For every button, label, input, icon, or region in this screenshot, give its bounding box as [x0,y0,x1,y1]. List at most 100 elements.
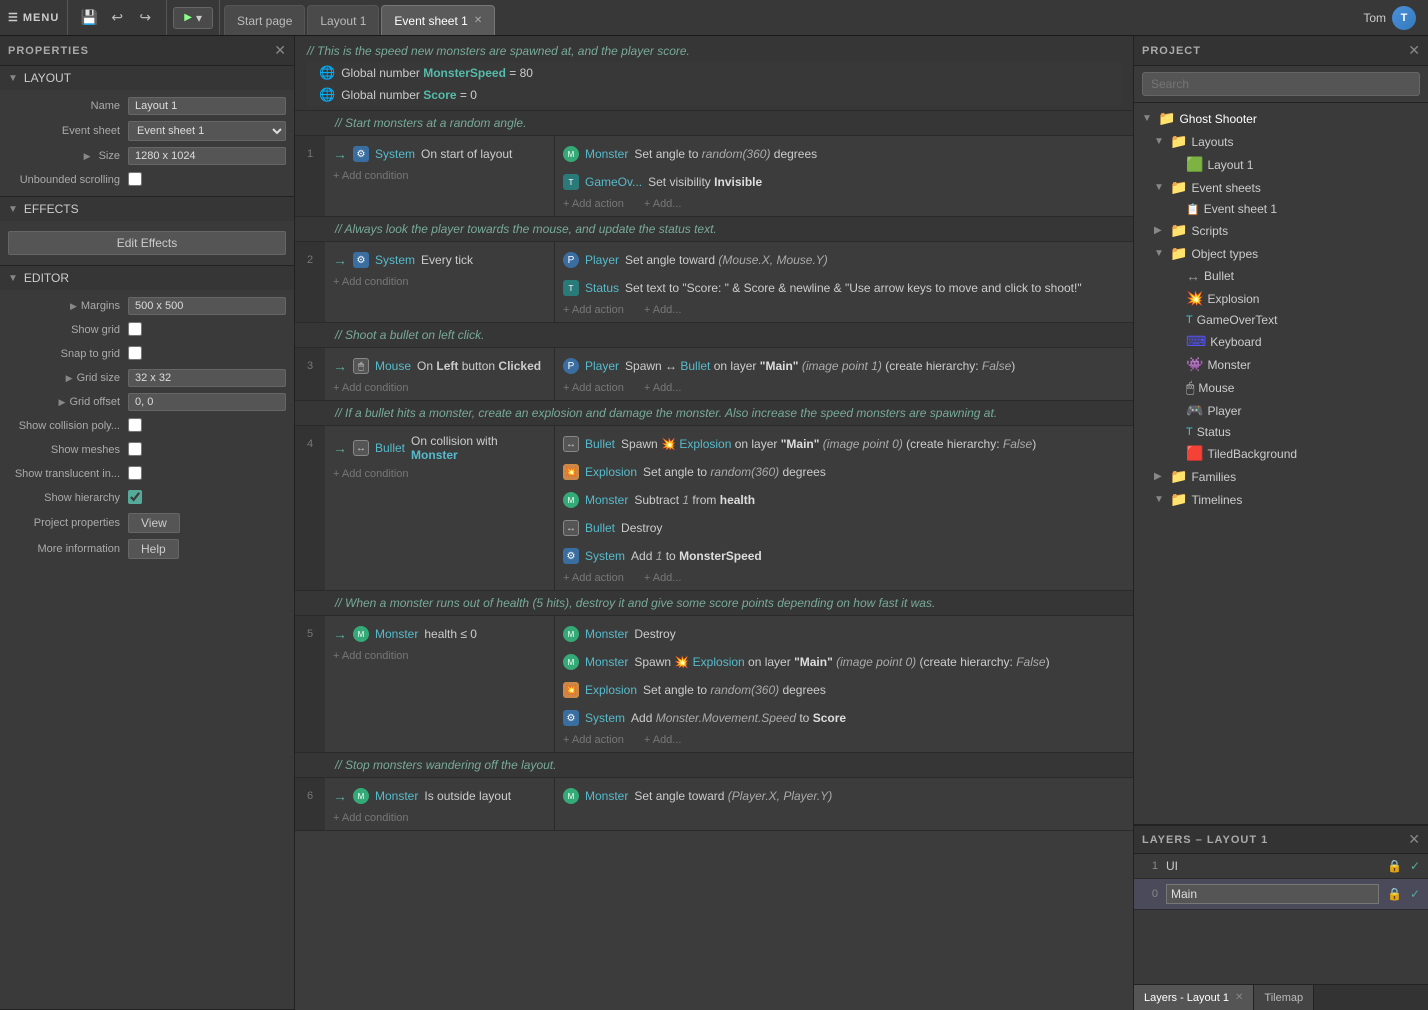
menu-button[interactable]: ☰ MENU [0,0,68,35]
project-close[interactable]: ✕ [1408,42,1420,59]
event-1-action-2[interactable]: T GameOv... Set visibility Invisible [555,168,1133,196]
tab-eventsheet1-close[interactable]: ✕ [474,15,482,26]
layer-row-main[interactable]: 0 🔒 ✓ [1134,879,1428,910]
layer-vis-main[interactable]: ✓ [1410,887,1420,901]
event-6-condition[interactable]: → M Monster Is outside layout [325,782,554,810]
layout-section-header[interactable]: ▼ LAYOUT [0,66,294,90]
more-info-button[interactable]: Help [128,539,179,559]
event-5-action-2[interactable]: M Monster Spawn 💥 Explosion on layer "Ma… [555,648,1133,676]
layer-lock-ui[interactable]: 🔒 [1387,859,1402,873]
event-4-action-3-obj[interactable]: Monster [585,493,628,507]
layer-lock-main[interactable]: 🔒 [1387,887,1402,901]
avatar[interactable]: T [1392,6,1416,30]
show-grid-checkbox[interactable] [128,322,142,336]
event-3-action-1[interactable]: P Player Spawn ↔ Bullet on layer "Main" … [555,352,1133,380]
layers-close[interactable]: ✕ [1408,831,1420,848]
event-5-add-condition[interactable]: + Add condition [325,648,554,664]
event-4-action-4-obj[interactable]: Bullet [585,521,615,535]
bottom-tab-layers-close[interactable]: ✕ [1235,992,1243,1003]
event-4-action-4[interactable]: ↔ Bullet Destroy [555,514,1133,542]
event-1-obj[interactable]: System [375,147,415,161]
tab-eventsheet1[interactable]: Event sheet 1 ✕ [381,5,495,35]
event-6-obj[interactable]: Monster [375,789,418,803]
event-2-condition[interactable]: → ⚙ System Every tick [325,246,554,274]
tree-event-sheets[interactable]: ▼ 📁 Event sheets [1134,176,1428,199]
size-input[interactable] [128,147,286,165]
tree-eventsheet1[interactable]: 📋 Event sheet 1 [1134,199,1428,219]
tree-keyboard[interactable]: ⌨ Keyboard [1134,330,1428,353]
event-5-action-4[interactable]: ⚙ System Add Monster.Movement.Speed to S… [555,704,1133,732]
redo-button[interactable]: ↪ [132,5,158,31]
event-1-action-1-obj[interactable]: Monster [585,147,628,161]
undo-button[interactable]: ↩ [104,5,130,31]
layer-row-ui[interactable]: 1 UI 🔒 ✓ [1134,854,1428,879]
grid-offset-input[interactable] [128,393,286,411]
tree-player[interactable]: 🎮 Player [1134,399,1428,422]
grid-size-input[interactable] [128,369,286,387]
event-2-action-1[interactable]: P Player Set angle toward (Mouse.X, Mous… [555,246,1133,274]
event-6-action-1-obj[interactable]: Monster [585,789,628,803]
event-4-action-2-obj[interactable]: Explosion [585,465,637,479]
event-2-obj[interactable]: System [375,253,415,267]
event-5-action-1-obj[interactable]: Monster [585,627,628,641]
tree-object-types[interactable]: ▼ 📁 Object types [1134,242,1428,265]
tree-scripts[interactable]: ▶ 📁 Scripts [1134,219,1428,242]
event-3-add-condition[interactable]: + Add condition [325,380,554,396]
event-5-action-3-obj[interactable]: Explosion [585,683,637,697]
search-input[interactable] [1142,72,1420,96]
tree-tiledbg[interactable]: 🟥 TiledBackground [1134,442,1428,465]
unbounded-checkbox[interactable] [128,172,142,186]
tree-layouts[interactable]: ▼ 📁 Layouts [1134,130,1428,153]
name-input[interactable] [128,97,286,115]
tree-status[interactable]: T Status [1134,422,1428,442]
event-sheet-select[interactable]: Event sheet 1 [128,121,286,141]
tree-layout1[interactable]: 🟩 Layout 1 [1134,153,1428,176]
event-4-condition[interactable]: → ↔ Bullet On collision with Monster [325,430,554,466]
tree-monster[interactable]: 👾 Monster [1134,353,1428,376]
margins-input[interactable] [128,297,286,315]
properties-close[interactable]: ✕ [274,42,286,59]
event-6-action-1[interactable]: M Monster Set angle toward (Player.X, Pl… [555,782,1133,810]
snap-grid-checkbox[interactable] [128,346,142,360]
bottom-tab-layers[interactable]: Layers - Layout 1 ✕ [1134,985,1254,1010]
event-4-action-3[interactable]: M Monster Subtract 1 from health [555,486,1133,514]
translucent-checkbox[interactable] [128,466,142,480]
event-4-add-condition[interactable]: + Add condition [325,466,554,482]
event-2-action-2[interactable]: T Status Set text to "Score: " & Score &… [555,274,1133,302]
event-2-add-action[interactable]: + Add action + Add... [555,302,1133,318]
tree-timelines[interactable]: ▼ 📁 Timelines [1134,488,1428,511]
event-4-add-action[interactable]: + Add action + Add... [555,570,1133,586]
hierarchy-checkbox[interactable] [128,490,142,504]
event-1-add-action[interactable]: + Add action + Add... [555,196,1133,212]
event-4-action-2[interactable]: 💥 Explosion Set angle to random(360) deg… [555,458,1133,486]
tab-layout1[interactable]: Layout 1 [307,5,379,35]
event-5-action-4-obj[interactable]: System [585,711,625,725]
run-button[interactable]: ▶ ▾ [173,7,213,29]
event-3-add-action[interactable]: + Add action + Add... [555,380,1133,396]
bottom-tab-tilemap[interactable]: Tilemap [1254,985,1314,1010]
event-5-condition[interactable]: → M Monster health ≤ 0 [325,620,554,648]
tree-explosion[interactable]: 💥 Explosion [1134,287,1428,310]
event-1-add-condition[interactable]: + Add condition [325,168,554,184]
event-4-obj[interactable]: Bullet [375,441,405,455]
event-1-condition[interactable]: → ⚙ System On start of layout [325,140,554,168]
event-5-add-action[interactable]: + Add action + Add... [555,732,1133,748]
tree-mouse[interactable]: 🖱 Mouse [1134,376,1428,399]
save-button[interactable]: 💾 [76,5,102,31]
tree-bullet[interactable]: ↔ Bullet [1134,265,1428,287]
edit-effects-button[interactable]: Edit Effects [8,231,286,255]
event-5-action-2-obj[interactable]: Monster [585,655,628,669]
event-4-action-1[interactable]: ↔ Bullet Spawn 💥 Explosion on layer "Mai… [555,430,1133,458]
event-6-add-condition[interactable]: + Add condition [325,810,554,826]
event-5-action-1[interactable]: M Monster Destroy [555,620,1133,648]
event-5-obj[interactable]: Monster [375,627,418,641]
event-4-action-5[interactable]: ⚙ System Add 1 to MonsterSpeed [555,542,1133,570]
tree-families[interactable]: ▶ 📁 Families [1134,465,1428,488]
tab-startpage[interactable]: Start page [224,5,305,35]
effects-section-header[interactable]: ▼ EFFECTS [0,197,294,221]
event-2-action-2-obj[interactable]: Status [585,281,619,295]
layer-vis-ui[interactable]: ✓ [1410,859,1420,873]
event-3-obj[interactable]: Mouse [375,359,411,373]
event-3-condition[interactable]: → 🖱 Mouse On Left button Clicked [325,352,554,380]
tree-gameovertext[interactable]: T GameOverText [1134,310,1428,330]
